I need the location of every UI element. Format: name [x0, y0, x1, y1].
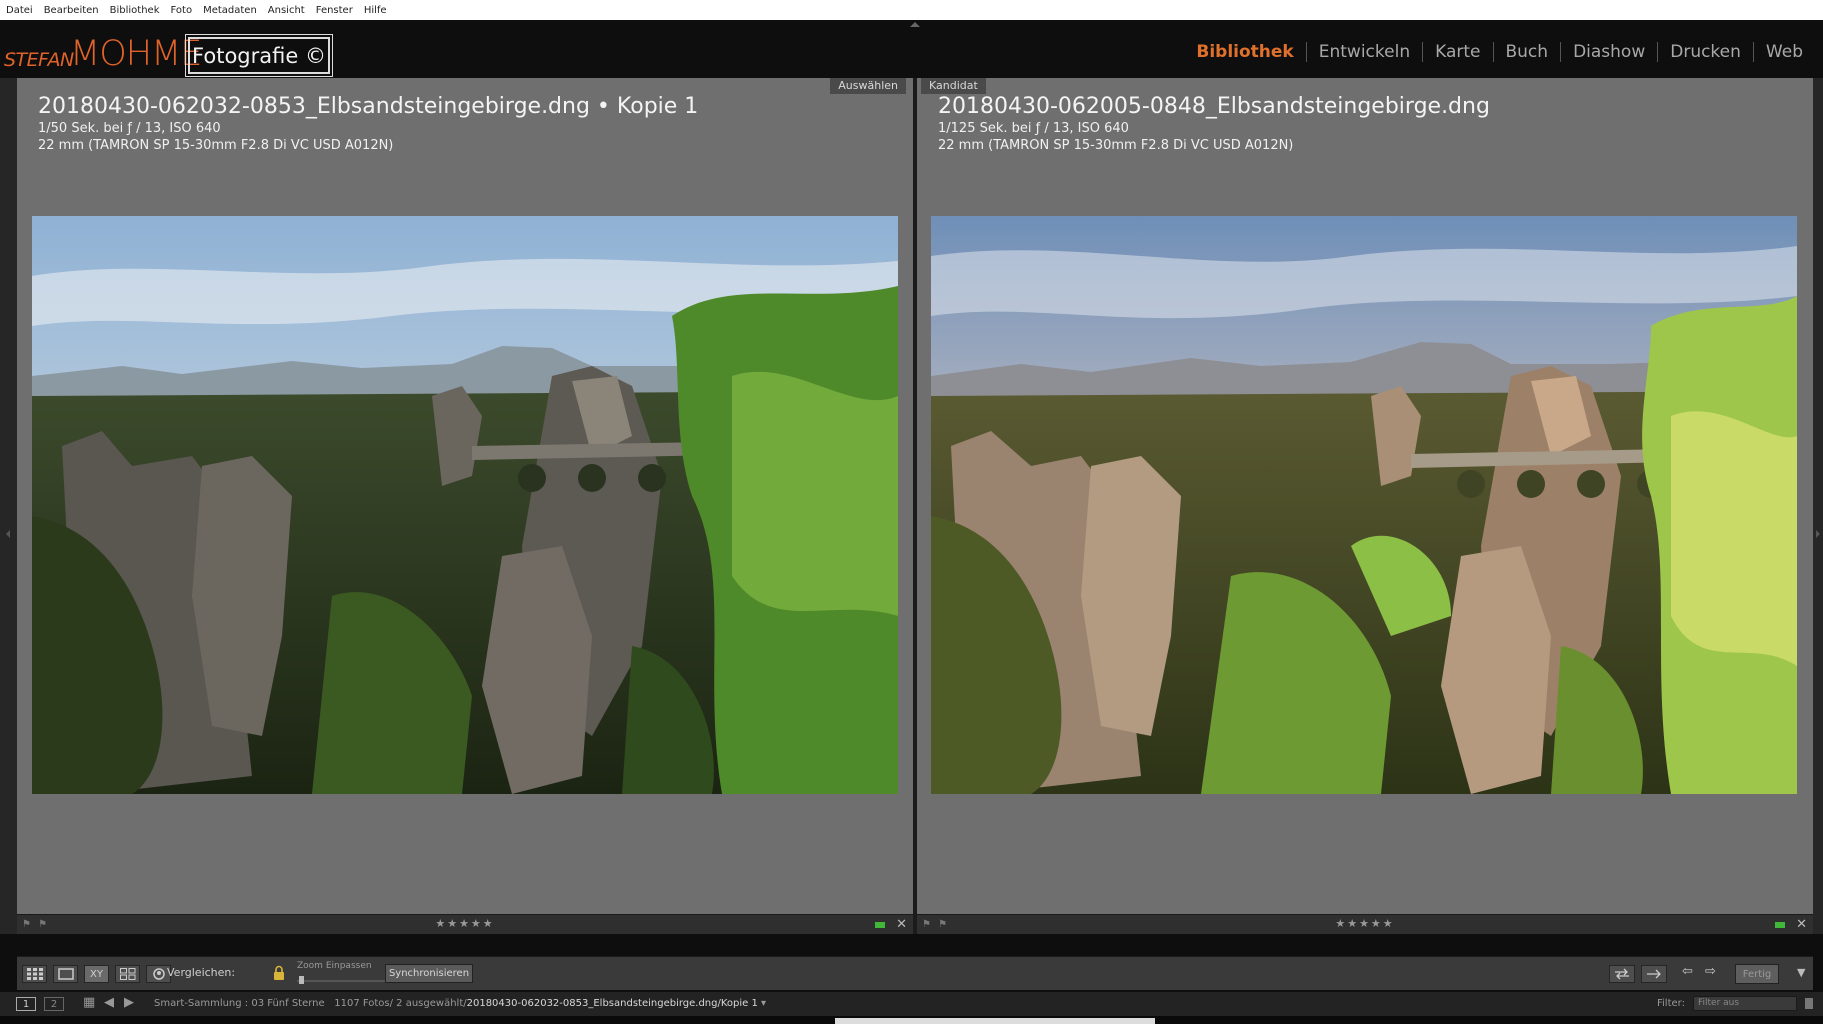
- compare-label: Vergleichen:: [167, 966, 236, 979]
- compare-view-label: XY: [90, 968, 103, 980]
- candidate-star-rating[interactable]: ★★★★★: [1335, 917, 1394, 930]
- filmstrip-source[interactable]: Smart-Sammlung : 03 Fünf Sterne 1107 Fot…: [154, 998, 766, 1009]
- previous-photo-icon[interactable]: ⇦: [1682, 964, 1693, 979]
- zoom-label-text: Zoom: [297, 961, 323, 971]
- filter-lock-icon[interactable]: [1805, 998, 1813, 1009]
- select-photo-info: 20180430-062032-0853_Elbsandsteingebirge…: [38, 94, 698, 153]
- menu-fenster[interactable]: Fenster: [316, 5, 353, 16]
- menu-bibliothek[interactable]: Bibliothek: [110, 5, 160, 16]
- loupe-view-icon[interactable]: [53, 965, 78, 983]
- grid-view-icon[interactable]: [22, 965, 47, 983]
- select-photo[interactable]: [32, 216, 898, 794]
- filmstrip-forward-icon[interactable]: ▶: [124, 995, 134, 1010]
- module-bibliothek[interactable]: Bibliothek: [1184, 42, 1305, 62]
- filmstrip-back-icon[interactable]: ◀: [104, 995, 114, 1010]
- select-star-rating[interactable]: ★★★★★: [435, 917, 494, 930]
- make-select-icon[interactable]: [1641, 965, 1667, 983]
- identity-badge-text: Fotografie ©: [192, 43, 326, 68]
- zoom-label: Zoom Einpassen: [297, 961, 372, 971]
- next-photo-icon[interactable]: ⇨: [1705, 964, 1716, 979]
- module-buch[interactable]: Buch: [1494, 42, 1561, 62]
- candidate-photo-image: [931, 216, 1797, 794]
- select-close-icon[interactable]: ✕: [896, 917, 907, 932]
- source-count: 1107 Fotos/ 2 ausgewählt/: [334, 998, 467, 1009]
- module-picker: Bibliothek Entwickeln Karte Buch Diashow…: [1184, 42, 1815, 62]
- select-pick-label-icon[interactable]: [875, 922, 885, 928]
- source-collection: Smart-Sammlung : 03 Fünf Sterne: [154, 998, 325, 1009]
- zoom-slider-knob[interactable]: [299, 976, 304, 984]
- candidate-photo-info: 20180430-062005-0848_Elbsandsteingebirge…: [938, 94, 1490, 153]
- zoom-slider-track[interactable]: [297, 980, 389, 982]
- select-flag-icons[interactable]: ⚑ ⚑: [22, 919, 49, 930]
- candidate-filename: 20180430-062005-0848_Elbsandsteingebirge…: [938, 94, 1490, 119]
- menu-foto[interactable]: Foto: [171, 5, 193, 16]
- select-pane-footer: ⚑ ⚑ ★★★★★ ✕: [17, 914, 913, 934]
- module-entwickeln[interactable]: Entwickeln: [1307, 42, 1422, 62]
- zoom-value: Einpassen: [325, 961, 372, 971]
- menu-bearbeiten[interactable]: Bearbeiten: [44, 5, 99, 16]
- filter-label: Filter:: [1657, 998, 1685, 1009]
- candidate-flag-icons[interactable]: ⚑ ⚑: [922, 919, 949, 930]
- menu-bar: Datei Bearbeiten Bibliothek Foto Metadat…: [0, 0, 1823, 20]
- source-file: 20180430-062032-0853_Elbsandsteingebirge…: [466, 998, 758, 1009]
- candidate-photo[interactable]: [931, 216, 1797, 794]
- identity-first-name: STEFAN: [4, 49, 74, 71]
- menu-ansicht[interactable]: Ansicht: [268, 5, 305, 16]
- lightroom-window: Datei Bearbeiten Bibliothek Foto Metadat…: [0, 0, 1823, 1024]
- select-badge: Auswählen: [830, 78, 906, 94]
- left-panel-edge[interactable]: [0, 78, 17, 934]
- identity-badge: Fotografie ©: [185, 34, 333, 77]
- module-diashow[interactable]: Diashow: [1561, 42, 1657, 62]
- select-photo-image: [32, 216, 898, 794]
- filter-select[interactable]: Filter aus: [1693, 996, 1797, 1011]
- right-panel-edge[interactable]: [1813, 78, 1823, 934]
- secondary-window-button[interactable]: 2: [44, 997, 64, 1011]
- identity-last-name: MOHME: [70, 34, 202, 74]
- module-drucken[interactable]: Drucken: [1658, 42, 1753, 62]
- filmstrip-scrollbar[interactable]: [835, 1018, 1155, 1024]
- top-panel-toggle-icon[interactable]: [910, 22, 920, 27]
- right-panel-toggle-icon[interactable]: [1816, 530, 1820, 538]
- sync-button[interactable]: Synchronisieren: [385, 964, 473, 983]
- swap-icon[interactable]: [1609, 965, 1635, 983]
- candidate-pick-label-icon[interactable]: [1775, 922, 1785, 928]
- candidate-exposure: 1/125 Sek. bei ƒ / 13, ISO 640: [938, 121, 1129, 136]
- survey-view-icon[interactable]: [115, 965, 140, 983]
- menu-metadaten[interactable]: Metadaten: [203, 5, 257, 16]
- candidate-lens: 22 mm (TAMRON SP 15-30mm F2.8 Di VC USD …: [938, 138, 1294, 153]
- source-dropdown-icon[interactable]: ▾: [761, 998, 766, 1009]
- compare-toolbar: XY Vergleichen: Zoom Einpassen Synchroni…: [17, 956, 1813, 990]
- module-web[interactable]: Web: [1754, 42, 1815, 62]
- compare-view-button[interactable]: XY: [84, 965, 109, 983]
- menu-datei[interactable]: Datei: [6, 5, 33, 16]
- select-exposure: 1/50 Sek. bei ƒ / 13, ISO 640: [38, 121, 221, 136]
- identity-plate: STEFAN MOHME Fotografie ©: [0, 32, 340, 77]
- filmstrip-bar: 1 2 ▦ ◀ ▶ Smart-Sammlung : 03 Fünf Stern…: [0, 992, 1823, 1016]
- module-karte[interactable]: Karte: [1423, 42, 1492, 62]
- grid-shortcut-icon[interactable]: ▦: [83, 995, 95, 1010]
- compare-pane-candidate[interactable]: Kandidat 20180430-062005-0848_Elbsandste…: [917, 78, 1813, 934]
- select-filename: 20180430-062032-0853_Elbsandsteingebirge…: [38, 94, 699, 119]
- candidate-pane-footer: ⚑ ⚑ ★★★★★ ✕: [917, 914, 1813, 934]
- menu-hilfe[interactable]: Hilfe: [364, 5, 387, 16]
- lock-icon[interactable]: [273, 965, 285, 981]
- done-button[interactable]: Fertig: [1735, 964, 1779, 984]
- primary-window-button[interactable]: 1: [16, 997, 36, 1011]
- candidate-badge: Kandidat: [921, 78, 986, 94]
- left-panel-toggle-icon[interactable]: [6, 530, 10, 538]
- compare-pane-select[interactable]: Auswählen 20180430-062032-0853_Elbsandst…: [17, 78, 913, 934]
- toolbar-options-chevron-icon[interactable]: ▼: [1797, 966, 1805, 979]
- select-lens: 22 mm (TAMRON SP 15-30mm F2.8 Di VC USD …: [38, 138, 394, 153]
- candidate-close-icon[interactable]: ✕: [1796, 917, 1807, 932]
